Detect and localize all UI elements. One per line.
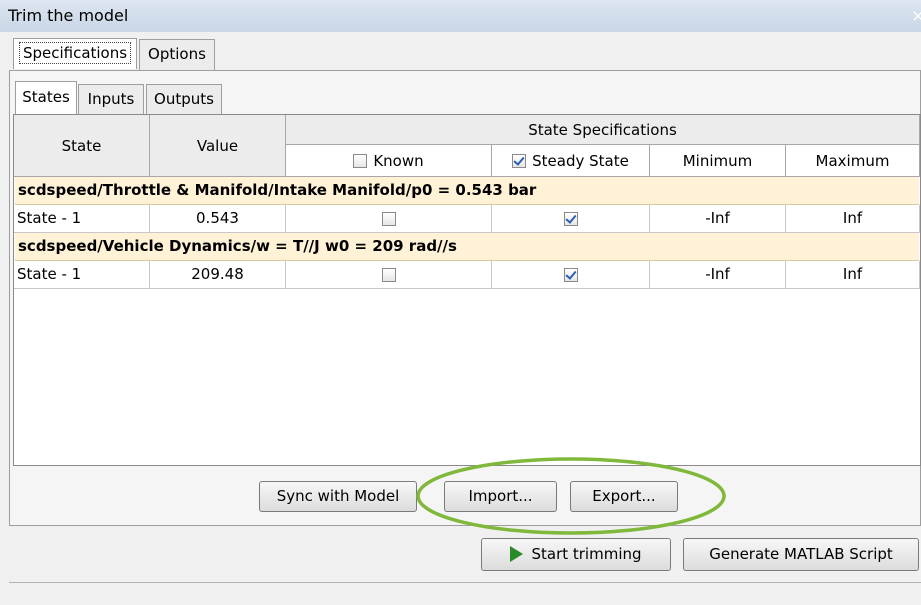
export-button[interactable]: Export...: [570, 481, 678, 512]
column-header-minimum[interactable]: Minimum: [650, 145, 786, 177]
column-header-minimum-label: Minimum: [682, 151, 753, 170]
states-table: State Value State Specifications Known S…: [13, 114, 921, 466]
column-header-state[interactable]: State: [14, 115, 150, 177]
minimum-cell[interactable]: -Inf: [650, 261, 786, 289]
state-name-cell[interactable]: State - 1: [14, 205, 150, 233]
column-group-header-label: State Specifications: [528, 120, 677, 139]
column-header-steady-state[interactable]: Steady State: [492, 145, 650, 177]
generate-matlab-script-button[interactable]: Generate MATLAB Script: [683, 538, 919, 571]
start-trimming-button[interactable]: Start trimming: [481, 538, 671, 571]
column-header-known-label: Known: [373, 151, 424, 170]
tab-states[interactable]: States: [15, 81, 77, 114]
window-title-bar: Trim the model ×: [0, 0, 921, 32]
steady-state-all-checkbox[interactable]: [512, 153, 527, 168]
state-value-cell[interactable]: 209.48: [150, 261, 286, 289]
known-checkbox[interactable]: [381, 267, 396, 282]
known-checkbox[interactable]: [381, 211, 396, 226]
maximum-cell[interactable]: Inf: [786, 261, 920, 289]
column-header-known[interactable]: Known: [286, 145, 492, 177]
tab-specifications-label: Specifications: [18, 42, 132, 64]
tab-options[interactable]: Options: [139, 39, 215, 70]
play-icon: [510, 545, 524, 562]
status-separator: [9, 582, 921, 583]
state-group-header[interactable]: scdspeed/Vehicle Dynamics/w = T//J w0 = …: [15, 233, 919, 261]
start-trimming-label: Start trimming: [531, 545, 642, 563]
steady-state-cell: [492, 261, 650, 289]
window-title: Trim the model: [8, 6, 129, 25]
known-cell: [286, 261, 492, 289]
sync-with-model-button[interactable]: Sync with Model: [259, 481, 417, 512]
steady-state-checkbox[interactable]: [563, 211, 578, 226]
tab-states-label: States: [22, 88, 70, 106]
tab-options-label: Options: [148, 45, 206, 63]
known-cell: [286, 205, 492, 233]
tab-inputs[interactable]: Inputs: [78, 84, 144, 114]
column-header-value-label: Value: [196, 136, 239, 155]
column-header-state-label: State: [61, 136, 102, 155]
close-icon[interactable]: ×: [911, 0, 921, 32]
tab-specifications[interactable]: Specifications: [13, 38, 137, 69]
known-all-checkbox[interactable]: [353, 153, 368, 168]
import-button[interactable]: Import...: [444, 481, 557, 512]
state-name-cell[interactable]: State - 1: [14, 261, 150, 289]
steady-state-cell: [492, 205, 650, 233]
column-header-maximum[interactable]: Maximum: [786, 145, 920, 177]
state-value-cell[interactable]: 0.543: [150, 205, 286, 233]
maximum-cell[interactable]: Inf: [786, 205, 920, 233]
column-header-value[interactable]: Value: [150, 115, 286, 177]
tab-outputs[interactable]: Outputs: [146, 84, 222, 114]
tab-outputs-label: Outputs: [154, 90, 214, 108]
steady-state-checkbox[interactable]: [563, 267, 578, 282]
column-group-header-state-specifications: State Specifications: [286, 115, 920, 145]
tab-inputs-label: Inputs: [87, 90, 135, 108]
column-header-steady-state-label: Steady State: [532, 151, 629, 170]
column-header-maximum-label: Maximum: [815, 151, 890, 170]
state-group-header[interactable]: scdspeed/Throttle & Manifold/Intake Mani…: [15, 177, 919, 205]
minimum-cell[interactable]: -Inf: [650, 205, 786, 233]
